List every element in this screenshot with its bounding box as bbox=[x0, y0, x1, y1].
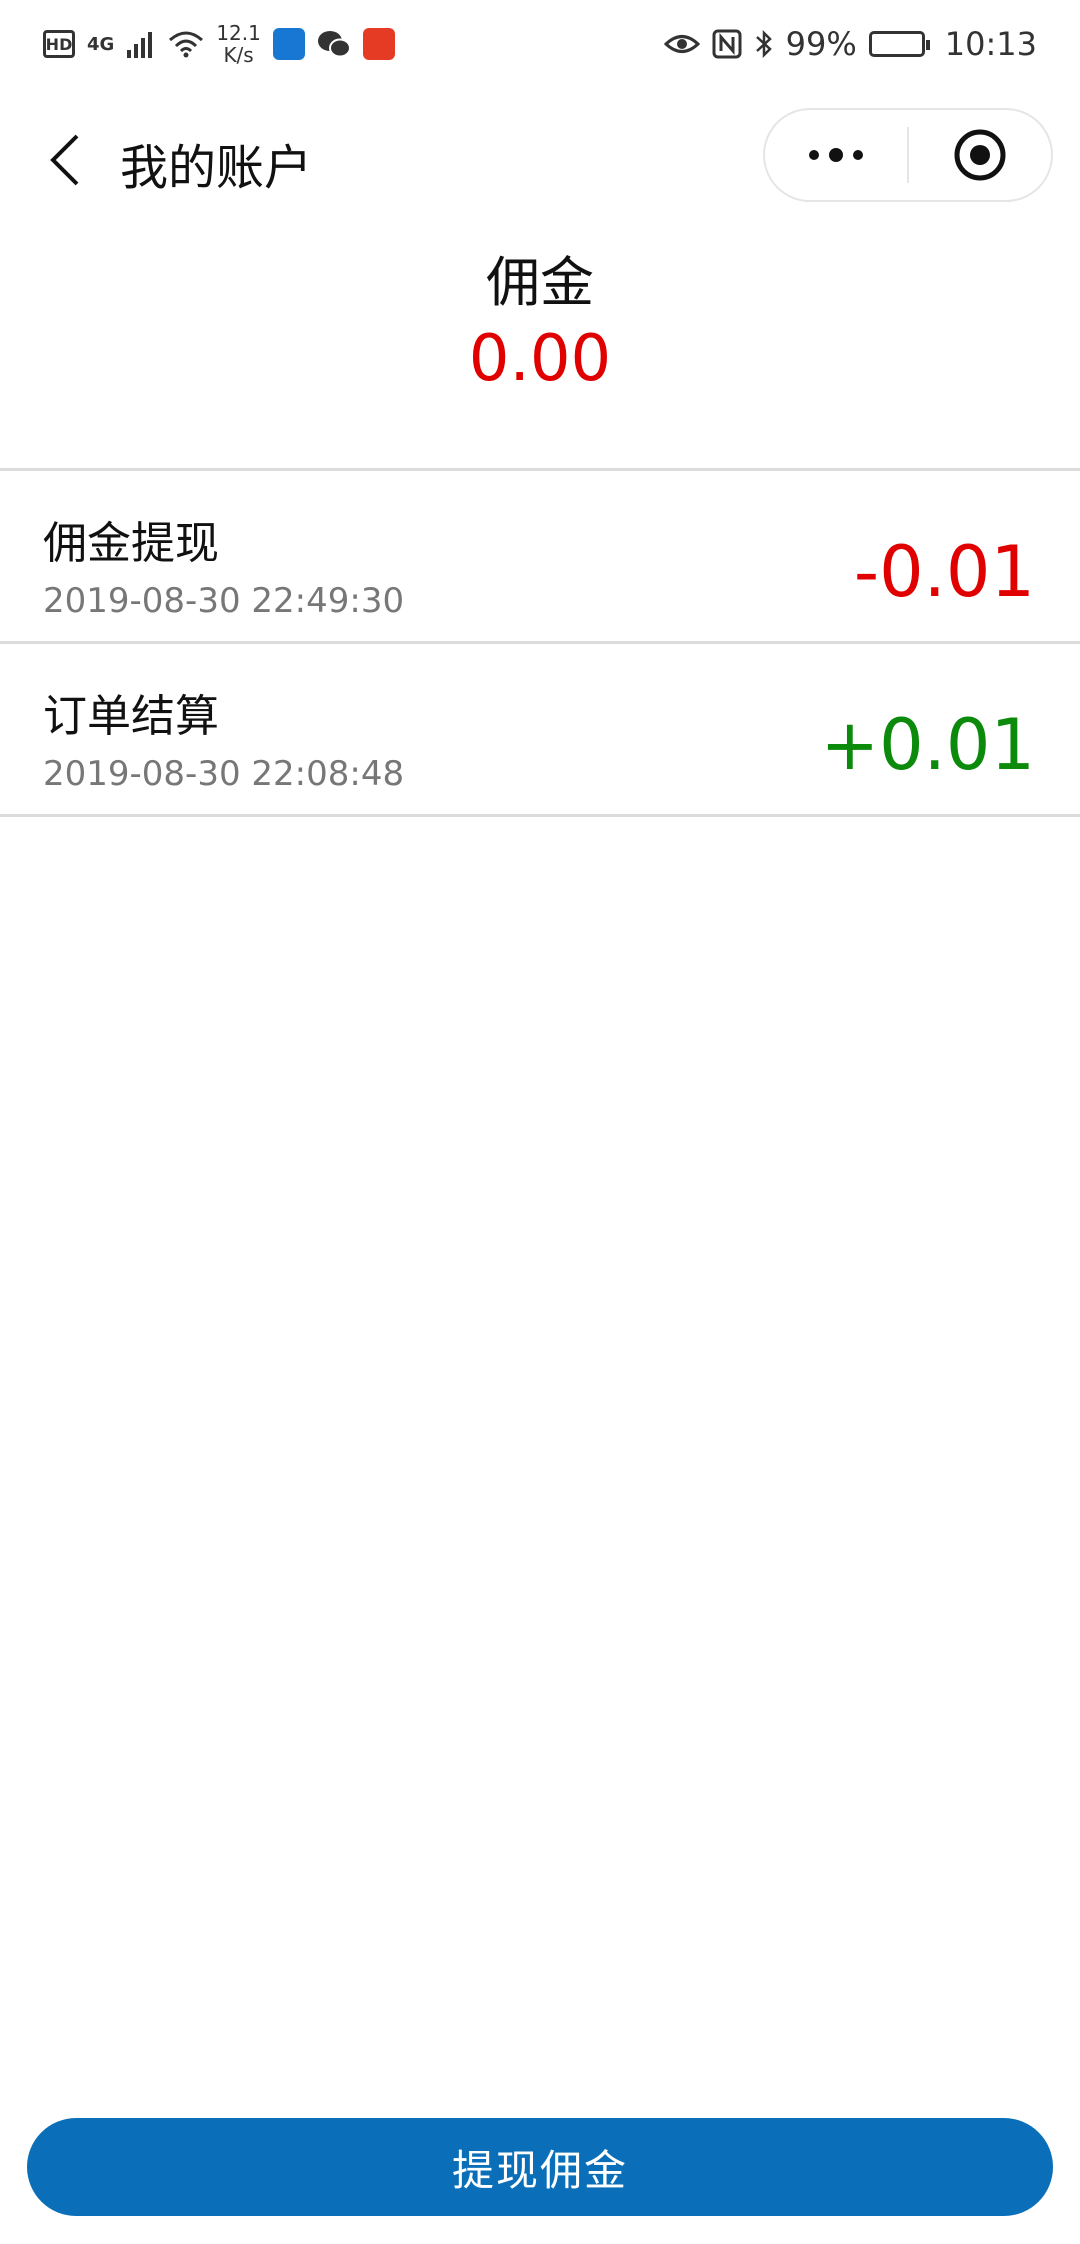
chevron-left-icon bbox=[50, 134, 79, 186]
net-speed: 12.1 K/s bbox=[216, 22, 261, 66]
page-title: 我的账户 bbox=[120, 140, 313, 196]
record-amount: -0.01 bbox=[853, 531, 1035, 613]
net-speed-unit: K/s bbox=[223, 43, 254, 67]
more-button[interactable] bbox=[765, 110, 907, 200]
wechat-icon bbox=[317, 31, 351, 58]
record-title: 佣金提现 bbox=[43, 518, 219, 569]
network-type: 4G bbox=[87, 33, 115, 55]
nfc-icon bbox=[712, 29, 742, 59]
more-dots-icon bbox=[809, 148, 863, 162]
bluetooth-icon bbox=[755, 29, 772, 59]
list-item: 订单结算 2019-08-30 22:08:48 +0.01 bbox=[0, 644, 1080, 814]
clock: 10:13 bbox=[944, 25, 1037, 63]
withdraw-commission-button[interactable]: 提现佣金 bbox=[27, 2118, 1053, 2216]
battery-icon bbox=[868, 31, 930, 57]
list-item: 佣金提现 2019-08-30 22:49:30 -0.01 bbox=[0, 471, 1080, 641]
hd-icon: HD bbox=[43, 30, 75, 58]
balance-label: 佣金 bbox=[486, 251, 594, 314]
status-left: HD 4G 12.1 K/s bbox=[43, 22, 395, 66]
record-title: 订单结算 bbox=[43, 691, 219, 742]
record-amount: +0.01 bbox=[820, 704, 1035, 786]
record-time: 2019-08-30 22:49:30 bbox=[43, 581, 405, 621]
divider bbox=[0, 814, 1080, 817]
close-button[interactable] bbox=[909, 110, 1051, 200]
shield-app-icon bbox=[272, 28, 305, 60]
net-speed-value: 12.1 bbox=[216, 21, 261, 45]
target-circle-icon bbox=[954, 129, 1006, 181]
nav-bar: 我的账户 bbox=[0, 100, 1080, 220]
mini-program-capsule bbox=[763, 108, 1053, 202]
records-list: 佣金提现 2019-08-30 22:49:30 -0.01 订单结算 2019… bbox=[0, 468, 1080, 817]
status-bar: HD 4G 12.1 K/s 99% 10:13 bbox=[0, 0, 1080, 88]
eye-icon bbox=[663, 35, 700, 53]
back-button[interactable] bbox=[35, 120, 95, 200]
wifi-icon bbox=[169, 31, 204, 58]
balance-value: 0.00 bbox=[468, 322, 612, 396]
record-time: 2019-08-30 22:08:48 bbox=[43, 754, 405, 794]
app-icon bbox=[362, 28, 395, 60]
signal-icon bbox=[127, 32, 153, 58]
status-right: 99% 10:13 bbox=[663, 25, 1037, 63]
battery-percent: 99% bbox=[785, 25, 857, 63]
